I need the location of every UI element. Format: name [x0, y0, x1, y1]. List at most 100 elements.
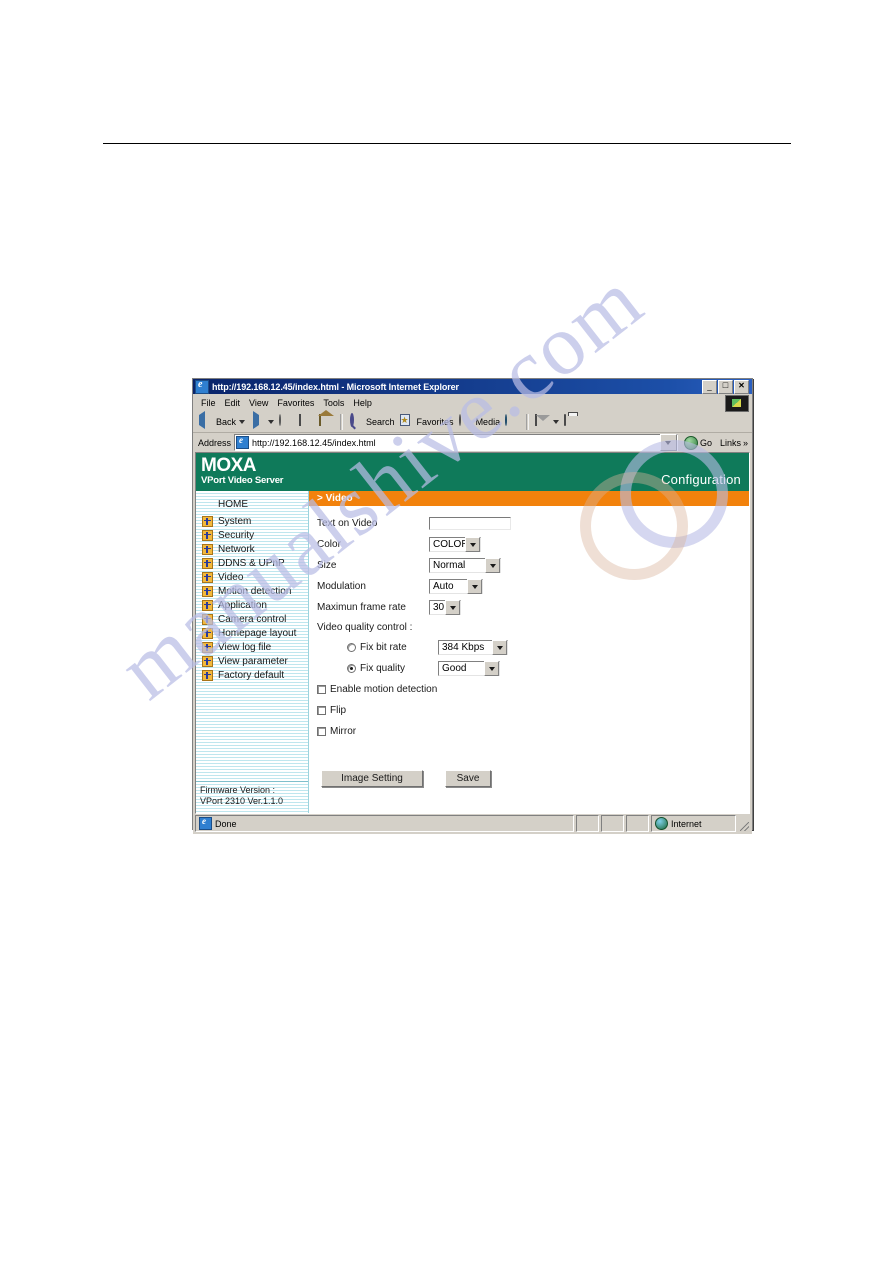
search-button[interactable]: Search — [347, 412, 397, 430]
size-select[interactable]: Normal — [429, 558, 501, 573]
sidebar-item-security[interactable]: Security — [196, 528, 308, 542]
mirror-label: Mirror — [330, 726, 357, 737]
address-input[interactable]: http://192.168.12.45/index.html — [234, 434, 678, 451]
menu-item-view[interactable]: View — [246, 397, 274, 409]
sidebar-item-label: System — [218, 515, 252, 527]
size-label: Size — [317, 560, 337, 571]
flip-checkbox[interactable] — [317, 706, 326, 715]
color-value: COLOR — [433, 539, 465, 550]
fix-quality-label: Fix quality — [360, 663, 406, 674]
address-dropdown-button[interactable] — [659, 434, 677, 451]
forward-button[interactable] — [248, 410, 276, 430]
color-select[interactable]: COLOR — [429, 537, 481, 552]
mirror-checkbox[interactable] — [317, 727, 326, 736]
fix-quality-select[interactable]: Good — [438, 661, 500, 676]
browser-title-bar: http://192.168.12.45/index.html - Micros… — [193, 379, 752, 394]
text-on-video-label: Text on Video — [317, 518, 378, 529]
go-button[interactable]: Go — [681, 435, 715, 450]
menu-item-tools[interactable]: Tools — [320, 397, 350, 409]
resize-grip[interactable] — [738, 815, 750, 832]
row-mirror[interactable]: Mirror — [317, 721, 749, 742]
refresh-button[interactable] — [297, 413, 316, 430]
close-glyph: ✕ — [738, 380, 745, 390]
size-value: Normal — [433, 560, 466, 571]
mail-button[interactable] — [533, 413, 561, 430]
window-controls: _ □ ✕ — [702, 379, 750, 394]
mail-icon — [535, 413, 550, 430]
sidebar-item-network[interactable]: Network — [196, 542, 308, 556]
menu-item-file[interactable]: File — [198, 397, 222, 409]
history-button[interactable] — [503, 413, 522, 430]
sidebar-item-camera-control[interactable]: Camera control — [196, 612, 308, 626]
save-button[interactable]: Save — [445, 770, 491, 787]
section-title: > Video — [317, 493, 353, 504]
image-setting-button[interactable]: Image Setting — [321, 770, 423, 787]
minimize-button[interactable]: _ — [702, 379, 717, 394]
back-button[interactable]: Back — [197, 410, 247, 430]
moxa-logo[interactable]: MOXA VPort Video Server — [196, 453, 309, 491]
sidebar-item-application[interactable]: Application — [196, 598, 308, 612]
sidebar-item-homepage-layout[interactable]: Homepage layout — [196, 626, 308, 640]
page-status-icon — [199, 816, 212, 830]
sidebar-item-view-parameter[interactable]: View parameter — [196, 654, 308, 668]
back-dropdown-caret-icon[interactable] — [239, 420, 246, 424]
menu-item-edit[interactable]: Edit — [222, 397, 247, 409]
form-buttons: Image Setting Save — [317, 770, 749, 787]
search-label: Search — [366, 417, 395, 427]
chevron-down-icon[interactable] — [485, 558, 500, 573]
text-on-video-input[interactable] — [429, 517, 511, 530]
fix-quality-radio[interactable] — [347, 664, 356, 673]
sidebar-item-label: Motion detection — [218, 585, 292, 597]
forward-dropdown-caret-icon[interactable] — [268, 420, 275, 424]
expand-plus-icon — [202, 641, 213, 653]
print-button[interactable] — [562, 413, 581, 430]
favorites-button[interactable]: ★ Favorites — [398, 413, 456, 430]
row-flip[interactable]: Flip — [317, 700, 749, 721]
menu-item-favorites[interactable]: Favorites — [274, 397, 320, 409]
toolbar-separator-2 — [526, 414, 530, 430]
row-enable-motion-detection[interactable]: Enable motion detection — [317, 679, 749, 700]
address-bar: Address http://192.168.12.45/index.html … — [193, 433, 752, 452]
links-button[interactable]: Links » — [718, 438, 750, 448]
fix-bit-rate-select[interactable]: 384 Kbps — [438, 640, 508, 655]
stop-button[interactable] — [277, 413, 296, 430]
sidebar-item-home[interactable]: HOME — [196, 496, 308, 514]
row-modulation: Modulation Auto — [317, 576, 749, 597]
max-frame-rate-select[interactable]: 30 — [429, 600, 461, 615]
expand-plus-icon — [202, 655, 213, 667]
close-button[interactable]: ✕ — [734, 379, 749, 394]
enable-motion-detection-checkbox[interactable] — [317, 685, 326, 694]
sidebar-item-system[interactable]: System — [196, 514, 308, 528]
mail-dropdown-caret-icon[interactable] — [553, 420, 560, 424]
chevron-down-icon[interactable] — [467, 579, 482, 594]
sidebar-item-view-log-file[interactable]: View log file — [196, 640, 308, 654]
max-frame-rate-value: 30 — [433, 602, 445, 613]
security-zone-pane[interactable]: Internet — [651, 815, 736, 832]
favorites-star-icon: ★ — [399, 413, 410, 426]
fix-bit-rate-radio[interactable] — [347, 643, 356, 652]
maximize-button[interactable]: □ — [718, 379, 733, 394]
sidebar-item-video[interactable]: Video — [196, 570, 308, 584]
sidebar-item-factory-default[interactable]: Factory default — [196, 668, 308, 682]
menu-item-help[interactable]: Help — [350, 397, 378, 409]
media-button[interactable]: Media — [457, 413, 503, 430]
row-size: Size Normal — [317, 555, 749, 576]
sidebar-item-motion-detection[interactable]: Motion detection — [196, 584, 308, 598]
chevron-down-icon[interactable] — [465, 537, 480, 552]
sidebar-item-ddns-upnp[interactable]: DDNS & UPnP — [196, 556, 308, 570]
security-zone-label: Internet — [671, 818, 702, 829]
forward-arrow-icon — [250, 410, 265, 430]
home-button[interactable] — [317, 413, 336, 430]
expand-plus-icon — [202, 585, 213, 597]
toolbar-separator — [340, 414, 344, 430]
chevron-down-icon[interactable] — [445, 600, 460, 615]
media-label: Media — [475, 417, 501, 427]
chevron-down-icon[interactable] — [492, 640, 507, 655]
expand-plus-icon — [202, 529, 213, 541]
modulation-select[interactable]: Auto — [429, 579, 483, 594]
video-settings-form: Text on Video Color COLOR Size Norm — [309, 506, 749, 813]
fix-bit-rate-label: Fix bit rate — [360, 642, 407, 653]
chevron-down-icon[interactable] — [484, 661, 499, 676]
sidebar-item-label: DDNS & UPnP — [218, 557, 285, 569]
max-frame-rate-label: Maximun frame rate — [317, 602, 406, 613]
